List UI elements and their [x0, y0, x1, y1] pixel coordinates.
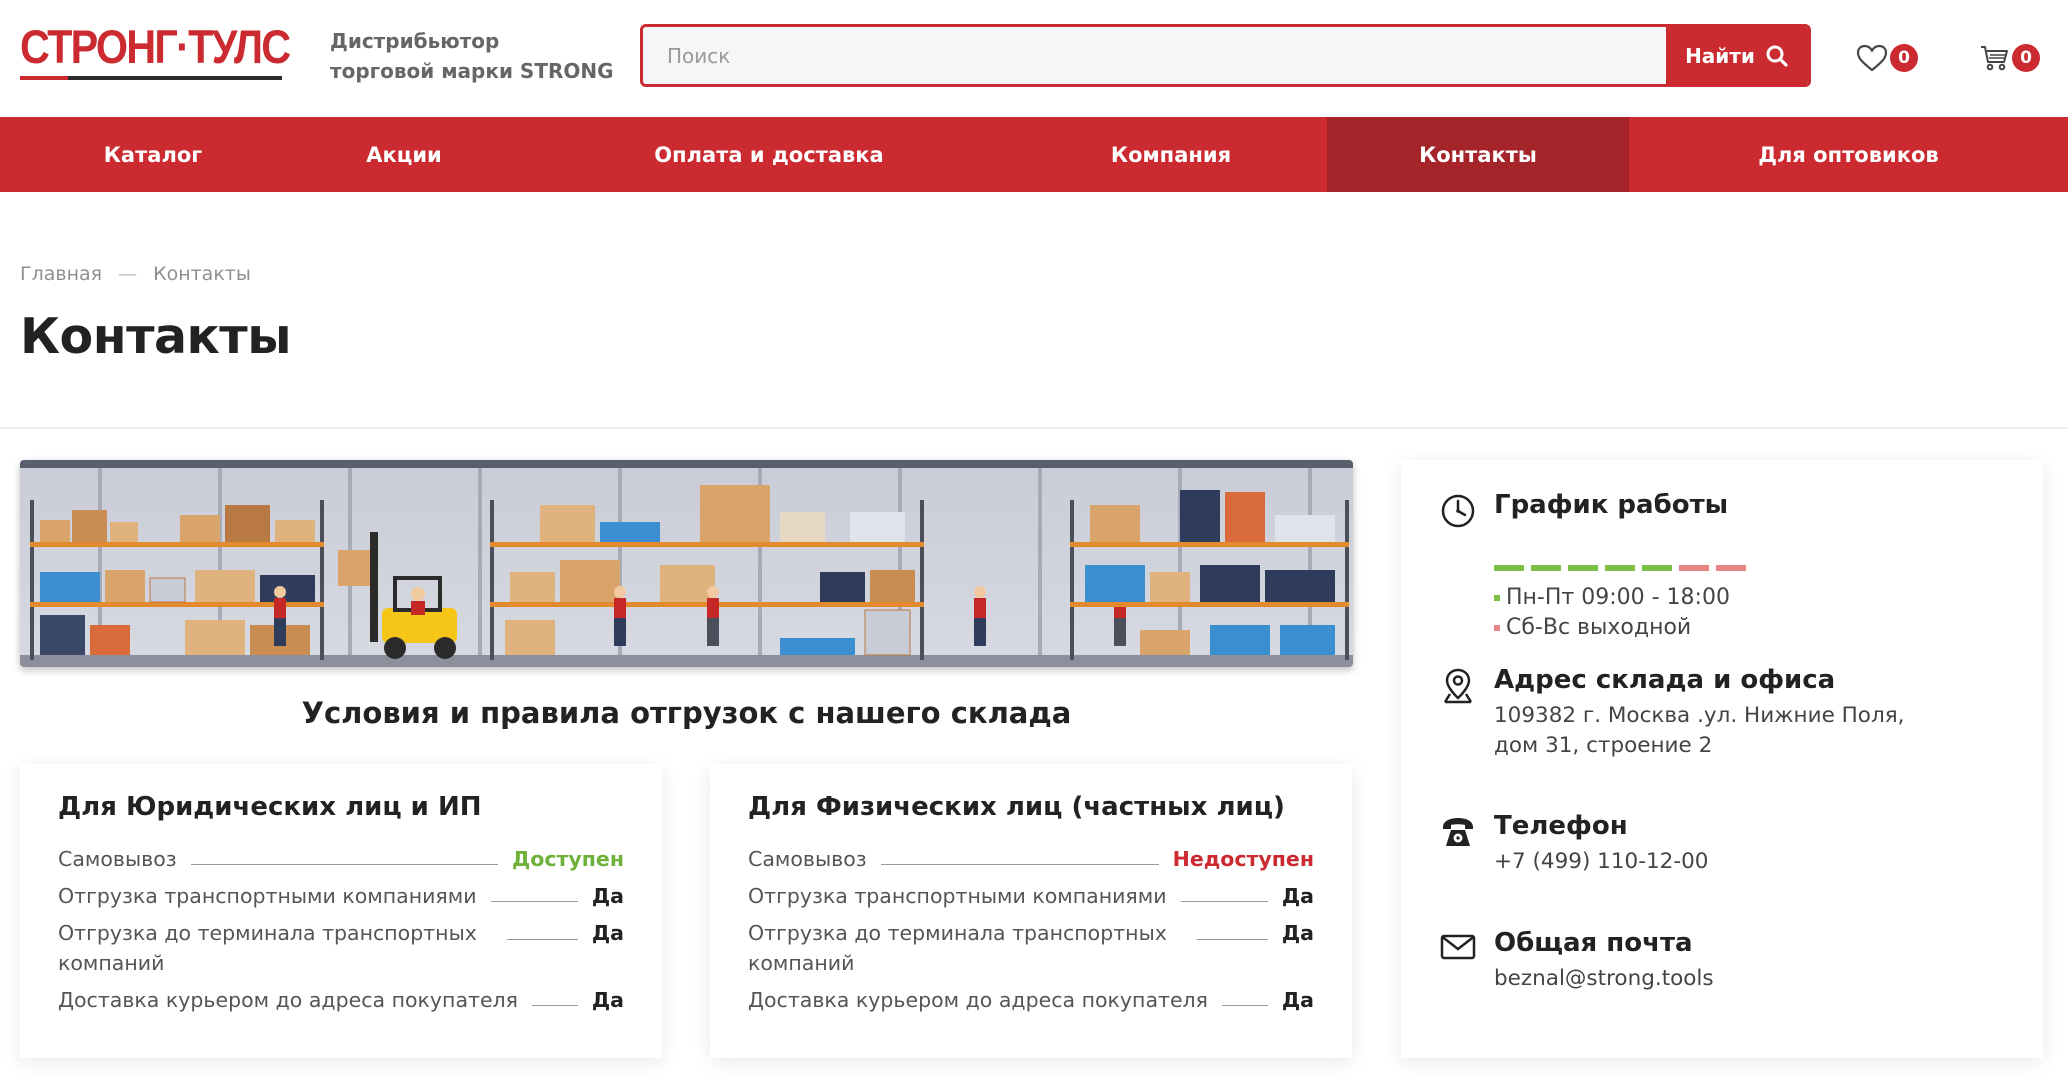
cart-icon: [1981, 46, 2008, 71]
schedule-weekend-text: Сб-Вс выходной: [1506, 615, 1692, 640]
page-title: Контакты: [20, 308, 292, 365]
address-line2: дом 31, строение 2: [1494, 733, 1713, 758]
condition-label: Отгрузка до терминала транспортных компа…: [748, 921, 1167, 975]
condition-row: Отгрузка до терминала транспортных компа…: [58, 918, 624, 978]
weekday-mark: [1531, 565, 1561, 571]
email-address[interactable]: beznal@strong.tools: [1494, 964, 1714, 994]
red-square-icon: [1494, 624, 1500, 631]
weekday-mark: [1605, 565, 1635, 571]
condition-label: Отгрузка транспортными компаниями: [748, 884, 1167, 908]
breadcrumb-home[interactable]: Главная: [20, 263, 102, 285]
site-header: СТРОНГ·ТУЛС Дистрибьютор торговой марки …: [0, 0, 2068, 117]
schedule-weekdays-text: Пн-Пт 09:00 - 18:00: [1506, 585, 1730, 610]
leader-line: [532, 1005, 578, 1006]
condition-value: Да: [591, 884, 624, 908]
leader-line: [507, 939, 578, 940]
main-nav: Каталог Акции Оплата и доставка Компания…: [0, 117, 2068, 192]
leader-line: [490, 901, 578, 902]
breadcrumb-separator: —: [118, 263, 138, 285]
logo-underline: [20, 76, 282, 80]
breadcrumb-current: Контакты: [153, 263, 251, 285]
contacts-panel: График работы Пн-Пт 09:00 - 18:00 Сб-Вс …: [1401, 460, 2043, 1058]
logo[interactable]: СТРОНГ·ТУЛС: [20, 20, 291, 84]
breadcrumb: Главная — Контакты: [20, 263, 251, 285]
condition-value: Доступен: [512, 847, 624, 871]
condition-row: Отгрузка транспортными компаниями Да: [748, 881, 1314, 911]
search-button[interactable]: Найти: [1666, 27, 1808, 84]
schedule-title: График работы: [1494, 490, 1729, 520]
phone-icon: [1443, 818, 1473, 846]
email-title: Общая почта: [1494, 928, 1693, 958]
clock-icon: [1441, 494, 1475, 528]
logo-text: СТРОНГ·ТУЛС: [20, 20, 291, 73]
weekday-mark: [1494, 565, 1524, 571]
phone-number[interactable]: +7 (499) 110-12-00: [1494, 847, 1708, 877]
location-pin-icon: [1443, 668, 1473, 704]
weekday-mark: [1642, 565, 1672, 571]
tagline: Дистрибьютор торговой марки STRONG: [330, 26, 614, 86]
search-bar: Найти: [640, 24, 1811, 87]
leader-line: [1180, 901, 1268, 902]
nav-item-payment-delivery[interactable]: Оплата и доставка: [502, 117, 1036, 192]
favorites-count-badge: 0: [1890, 44, 1918, 72]
shipping-card-private: Для Физических лиц (частных лиц) Самовыв…: [710, 764, 1352, 1058]
condition-label: Доставка курьером до адреса покупателя: [748, 988, 1208, 1012]
search-button-label: Найти: [1685, 43, 1755, 68]
search-input[interactable]: [643, 27, 1668, 84]
address-title: Адрес склада и офиса: [1494, 665, 1836, 695]
condition-row: Доставка курьером до адреса покупателя Д…: [58, 985, 624, 1015]
condition-value: Да: [1281, 921, 1314, 945]
nav-item-catalog[interactable]: Каталог: [0, 117, 306, 192]
address-line1: 109382 г. Москва .ул. Нижние Поля,: [1494, 703, 1905, 728]
nav-item-contacts[interactable]: Контакты: [1327, 117, 1629, 192]
shipping-card-legal: Для Юридических лиц и ИП Самовывоз Досту…: [20, 764, 662, 1058]
condition-row: Самовывоз Доступен: [58, 844, 624, 874]
section-title: Условия и правила отгрузок с нашего скла…: [301, 696, 1072, 730]
envelope-icon: [1440, 934, 1476, 960]
condition-value: Да: [591, 921, 624, 945]
leader-line: [190, 864, 499, 865]
nav-item-company[interactable]: Компания: [1036, 117, 1306, 192]
favorites-link[interactable]: 0: [1856, 40, 1936, 76]
schedule-weekdays: Пн-Пт 09:00 - 18:00: [1494, 585, 1730, 610]
condition-value: Да: [1281, 884, 1314, 908]
condition-row: Отгрузка транспортными компаниями Да: [58, 881, 624, 911]
condition-value: Да: [591, 988, 624, 1012]
condition-value: Да: [1281, 988, 1314, 1012]
condition-label: Отгрузка транспортными компаниями: [58, 884, 477, 908]
condition-row: Отгрузка до терминала транспортных компа…: [748, 918, 1314, 978]
condition-row: Доставка курьером до адреса покупателя Д…: [748, 985, 1314, 1015]
condition-row: Самовывоз Недоступен: [748, 844, 1314, 874]
condition-value: Недоступен: [1172, 847, 1314, 871]
schedule-weekend: Сб-Вс выходной: [1494, 615, 1691, 640]
phone-title: Телефон: [1494, 811, 1628, 841]
nav-item-promotions[interactable]: Акции: [306, 117, 502, 192]
warehouse-banner: [20, 460, 1353, 667]
leader-line: [1222, 1005, 1268, 1006]
warehouse-illustration: [20, 460, 1353, 667]
weekend-mark: [1679, 565, 1709, 571]
condition-label: Самовывоз: [58, 847, 177, 871]
cart-count-badge: 0: [2012, 44, 2040, 72]
cart-link[interactable]: 0: [1980, 40, 2060, 76]
weekend-mark: [1716, 565, 1746, 571]
nav-item-wholesale[interactable]: Для оптовиков: [1629, 117, 2068, 192]
schedule-week-bar: [1494, 565, 1746, 571]
card-title: Для Физических лиц (частных лиц): [748, 792, 1285, 822]
condition-label: Отгрузка до терминала транспортных компа…: [58, 921, 477, 975]
weekday-mark: [1568, 565, 1598, 571]
leader-line: [880, 864, 1159, 865]
heart-icon: [1856, 44, 1888, 72]
condition-label: Доставка курьером до адреса покупателя: [58, 988, 518, 1012]
divider: [0, 427, 2068, 429]
leader-line: [1197, 939, 1268, 940]
condition-label: Самовывоз: [748, 847, 867, 871]
card-title: Для Юридических лиц и ИП: [58, 792, 482, 822]
tagline-line2: торговой марки STRONG: [330, 59, 614, 83]
green-square-icon: [1494, 594, 1500, 601]
tagline-line1: Дистрибьютор: [330, 29, 500, 53]
search-icon: [1766, 45, 1788, 67]
